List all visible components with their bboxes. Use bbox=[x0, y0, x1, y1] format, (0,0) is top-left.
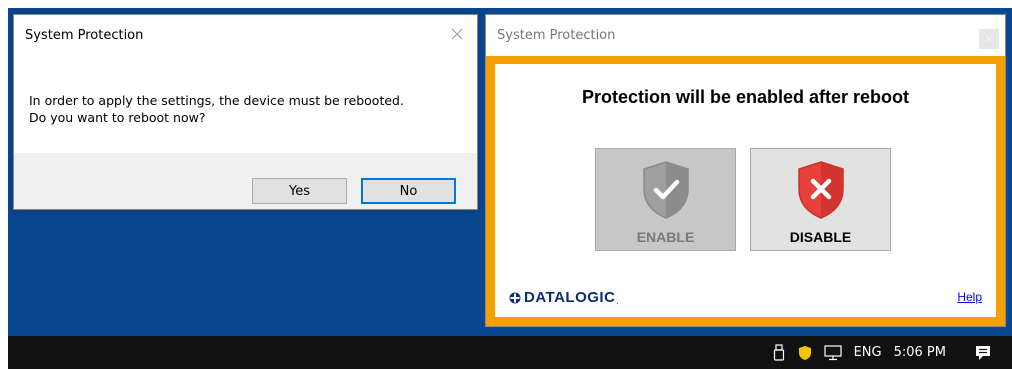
protection-panel: Protection will be enabled after reboot … bbox=[495, 64, 996, 317]
disable-button[interactable]: DISABLE bbox=[750, 148, 891, 251]
dialog-message: In order to apply the settings, the devi… bbox=[29, 92, 459, 126]
datalogic-logo: DATALOGIC . bbox=[509, 289, 619, 306]
dialog-title: System Protection bbox=[25, 28, 144, 43]
reboot-dialog: System Protection In order to apply the … bbox=[13, 14, 478, 210]
notification-icon[interactable] bbox=[974, 344, 992, 362]
clock[interactable]: 5:06 PM bbox=[894, 345, 946, 360]
dialog-button-bar: Yes No bbox=[14, 153, 477, 209]
window-title: System Protection bbox=[497, 28, 616, 43]
logo-text: DATALOGIC bbox=[524, 289, 616, 306]
close-icon[interactable] bbox=[449, 26, 465, 42]
window-close-button[interactable] bbox=[979, 29, 999, 49]
language-indicator[interactable]: ENG bbox=[854, 345, 882, 360]
help-link[interactable]: Help bbox=[957, 290, 982, 304]
protection-heading: Protection will be enabled after reboot bbox=[581, 87, 910, 107]
close-icon bbox=[985, 35, 993, 43]
orange-frame: Protection will be enabled after reboot … bbox=[486, 56, 1005, 326]
network-icon[interactable] bbox=[823, 344, 842, 361]
enable-label: ENABLE bbox=[636, 229, 695, 245]
yes-button[interactable]: Yes bbox=[252, 178, 347, 204]
shield-check-icon bbox=[642, 161, 689, 219]
system-tray: ENG 5:06 PM bbox=[772, 336, 1012, 369]
usb-icon[interactable] bbox=[772, 343, 786, 362]
window-titlebar: System Protection bbox=[486, 15, 1005, 56]
shield-x-icon bbox=[797, 161, 844, 219]
datalogic-mark-icon bbox=[509, 292, 521, 303]
no-button[interactable]: No bbox=[361, 178, 456, 204]
enable-button[interactable]: ENABLE bbox=[595, 148, 736, 251]
system-protection-window: System Protection Protection will be ena… bbox=[485, 14, 1006, 327]
taskbar: ENG 5:06 PM bbox=[8, 336, 1012, 369]
dialog-message-line2: Do you want to reboot now? bbox=[29, 110, 206, 125]
disable-label: DISABLE bbox=[789, 229, 852, 245]
shield-icon[interactable] bbox=[798, 345, 812, 361]
dialog-message-line1: In order to apply the settings, the devi… bbox=[29, 93, 404, 108]
